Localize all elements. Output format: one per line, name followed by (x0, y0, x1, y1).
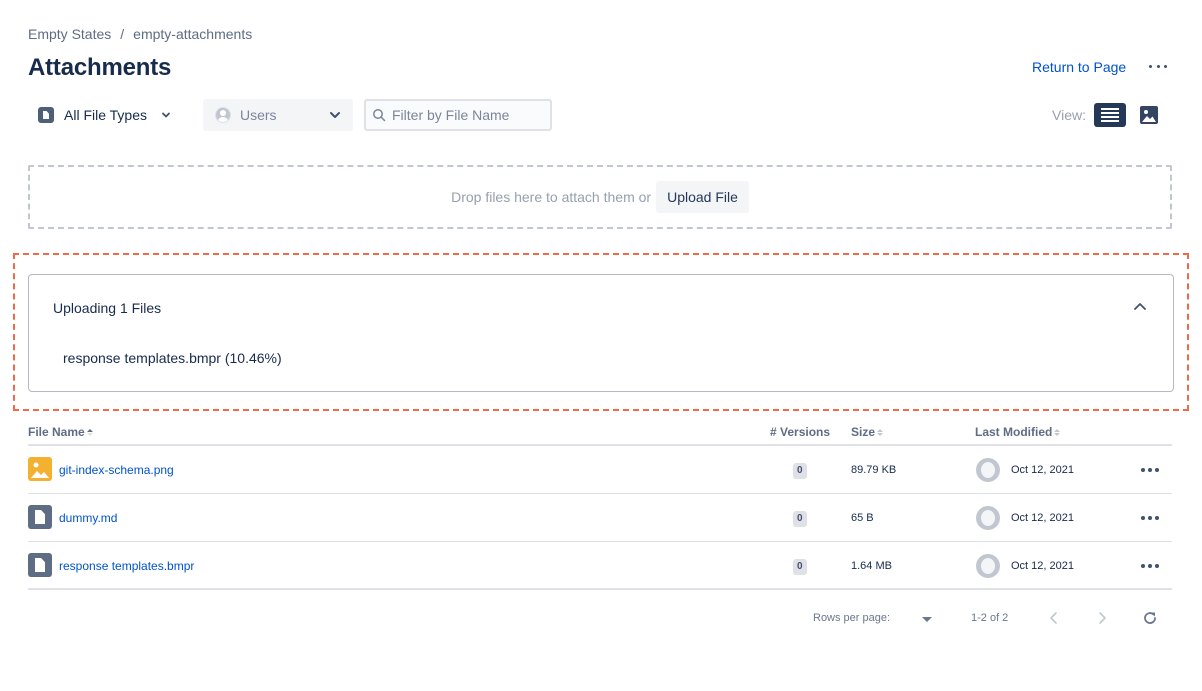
document-file-icon (28, 505, 52, 529)
dot (1149, 64, 1152, 68)
breadcrumb-item-empty-attachments[interactable]: empty-attachments (133, 26, 252, 42)
image-file-icon (28, 457, 52, 481)
dot (1141, 516, 1145, 520)
drop-zone-text: Drop files here to attach them or (451, 189, 652, 205)
file-size: 1.64 MB (851, 560, 892, 572)
list-icon-line (1101, 120, 1119, 122)
sort-icon (877, 429, 884, 437)
dot (1148, 468, 1152, 472)
image-icon (1142, 110, 1156, 122)
breadcrumb-separator: / (120, 26, 125, 42)
table-header: File Name # Versions Size Last Modified (28, 422, 1172, 446)
file-icon (38, 107, 54, 123)
image-view-button[interactable] (1140, 106, 1158, 124)
user-avatar (976, 458, 1000, 482)
file-name-link[interactable]: response templates.bmpr (59, 559, 194, 573)
column-header-versions: # Versions (770, 425, 831, 439)
versions-badge: 0 (793, 559, 807, 575)
list-icon-line (1101, 116, 1119, 118)
filter-field (364, 99, 552, 131)
user-avatar-icon (215, 107, 231, 123)
users-label: Users (240, 107, 277, 123)
file-drop-zone[interactable]: Drop files here to attach them or Upload… (28, 165, 1172, 229)
column-header-label: File Name (28, 425, 85, 439)
view-label: View: (1052, 107, 1086, 123)
user-avatar (976, 506, 1000, 530)
refresh-button[interactable] (1142, 610, 1158, 626)
file-type-label: All File Types (64, 107, 147, 123)
chevron-up-icon[interactable] (1133, 301, 1147, 311)
file-type-dropdown[interactable]: All File Types (38, 103, 171, 127)
rows-per-page-label: Rows per page: (813, 612, 891, 624)
upload-item-progress: (10.46%) (224, 350, 282, 366)
chevron-down-icon (330, 112, 340, 118)
last-modified-date: Oct 12, 2021 (1011, 560, 1074, 572)
row-more-actions-button[interactable] (1141, 468, 1159, 472)
list-icon-line (1101, 112, 1119, 114)
last-modified-date: Oct 12, 2021 (1011, 464, 1074, 476)
users-dropdown[interactable]: Users (203, 99, 353, 131)
versions-badge: 0 (793, 463, 807, 479)
column-header-size[interactable]: Size (851, 425, 884, 439)
file-name-link[interactable]: git-index-schema.png (59, 463, 174, 477)
list-icon-line (1101, 108, 1119, 110)
upload-item: response templates.bmpr (10.46%) (63, 350, 282, 366)
sort-icon (1054, 429, 1061, 437)
dot (1156, 64, 1160, 68)
row-more-actions-button[interactable] (1141, 516, 1159, 520)
dot (1155, 564, 1159, 568)
user-avatar (976, 554, 1000, 578)
attachments-table: File Name # Versions Size Last Modified … (28, 422, 1172, 590)
file-name-link[interactable]: dummy.md (59, 511, 117, 525)
dot (1148, 516, 1152, 520)
rows-per-page-dropdown[interactable] (922, 617, 932, 622)
dot (1141, 468, 1145, 472)
table-row: dummy.md 0 65 B Oct 12, 2021 (28, 494, 1172, 542)
search-icon (373, 109, 386, 122)
column-header-label: Size (851, 425, 876, 439)
column-header-last-modified[interactable]: Last Modified (975, 425, 1061, 439)
document-file-icon (28, 553, 52, 577)
next-page-button[interactable] (1096, 610, 1108, 626)
upload-item-name: response templates.bmpr (63, 350, 221, 366)
dot (1141, 564, 1145, 568)
file-size: 89.79 KB (851, 464, 897, 476)
page-title: Attachments (28, 54, 172, 81)
breadcrumb-item-empty-states[interactable]: Empty States (28, 26, 111, 42)
upload-file-button[interactable]: Upload File (656, 181, 749, 213)
list-view-button[interactable] (1094, 103, 1126, 127)
chevron-down-icon (162, 112, 170, 118)
upload-progress-panel: Uploading 1 Files response templates.bmp… (28, 274, 1174, 392)
dot (1155, 516, 1159, 520)
versions-badge: 0 (793, 511, 807, 527)
column-header-file-name[interactable]: File Name (28, 425, 93, 439)
return-to-page-link[interactable]: Return to Page (1032, 59, 1126, 75)
previous-page-button[interactable] (1048, 610, 1060, 626)
column-header-label: Last Modified (975, 425, 1053, 439)
breadcrumb: Empty States / empty-attachments (28, 26, 252, 42)
more-actions-button[interactable] (1149, 58, 1167, 74)
sort-asc-icon (86, 429, 93, 437)
dot (1164, 64, 1167, 68)
file-size: 65 B (851, 512, 874, 524)
table-row: git-index-schema.png 0 89.79 KB Oct 12, … (28, 446, 1172, 494)
row-more-actions-button[interactable] (1141, 564, 1159, 568)
last-modified-date: Oct 12, 2021 (1011, 512, 1074, 524)
filter-by-file-name-input[interactable] (392, 107, 542, 123)
pagination-range: 1-2 of 2 (971, 612, 1009, 624)
dot (1155, 468, 1159, 472)
dot (1148, 564, 1152, 568)
table-row: response templates.bmpr 0 1.64 MB Oct 12… (28, 542, 1172, 590)
upload-panel-title: Uploading 1 Files (53, 300, 162, 316)
